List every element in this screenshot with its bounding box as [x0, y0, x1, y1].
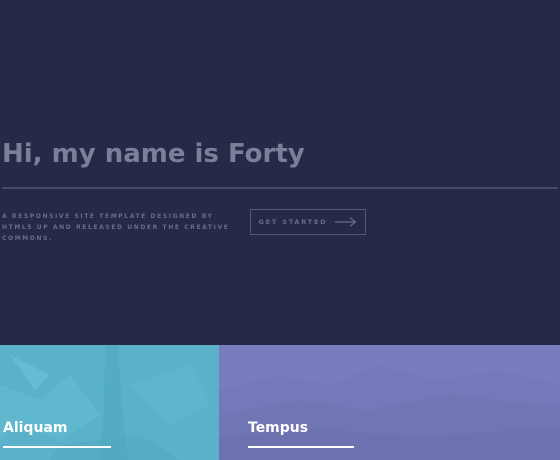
banner: Hi, my name is Forty A responsive site t… [0, 0, 560, 345]
tile-aliquam[interactable] [0, 345, 219, 460]
tile-tempus-image [219, 345, 560, 460]
tile-aliquam-underline [3, 446, 111, 448]
tile-aliquam-image [0, 345, 219, 460]
tile-aliquam-title[interactable]: Aliquam [3, 418, 67, 438]
get-started-button[interactable]: Get Started [250, 209, 366, 235]
banner-divider [2, 187, 558, 189]
arrow-right-icon [335, 217, 357, 227]
tile-tempus-underline [248, 446, 354, 448]
tile-tempus[interactable] [219, 345, 560, 460]
get-started-label: Get Started [258, 218, 328, 226]
banner-title: Hi, my name is Forty [2, 139, 305, 169]
banner-description: A responsive site template designed by H… [2, 213, 230, 242]
tile-tempus-title[interactable]: Tempus [248, 418, 308, 438]
page: Hi, my name is Forty A responsive site t… [0, 0, 560, 460]
